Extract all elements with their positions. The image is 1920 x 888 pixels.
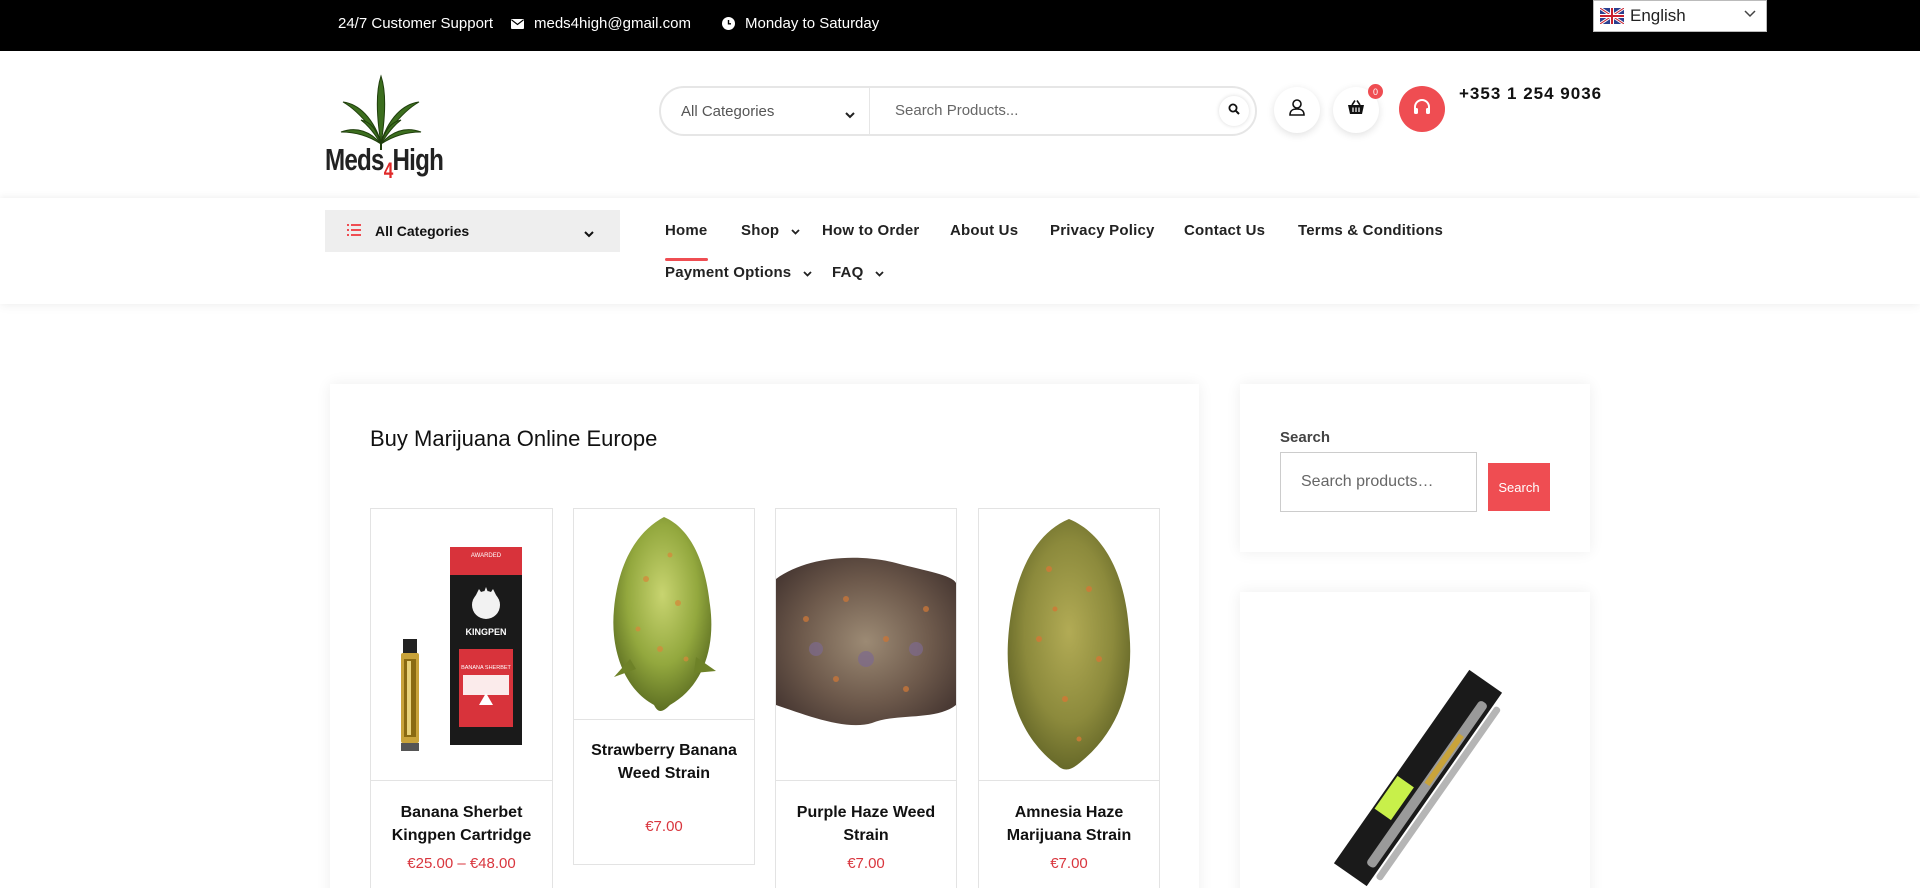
chevron-down-icon [803, 264, 812, 281]
support-text: 24/7 Customer Support [338, 15, 493, 32]
product-price: €25.00 – €48.00 [407, 855, 516, 872]
account-button[interactable] [1274, 87, 1320, 133]
top-bar: 24/7 Customer Support meds4high@gmail.co… [0, 0, 1920, 51]
nav-how-to-order[interactable]: How to Order [822, 222, 919, 239]
nav-terms-conditions-label: Terms & Conditions [1298, 222, 1443, 239]
nav-home[interactable]: Home [665, 222, 707, 239]
product-name[interactable]: Strawberry Banana Weed Strain [574, 739, 754, 785]
hours-text: Monday to Saturday [722, 15, 879, 32]
product-image[interactable]: AWARDED KINGPEN BANANA SHERBET [371, 509, 552, 781]
phone-number[interactable]: +353 1 254 9036 [1459, 84, 1602, 104]
nav-contact-us-label: Contact Us [1184, 222, 1266, 239]
chevron-down-icon [1744, 10, 1756, 18]
support-button[interactable] [1399, 86, 1445, 132]
nav-home-label: Home [665, 222, 708, 239]
language-select[interactable]: English [1593, 0, 1767, 32]
product-name[interactable]: Banana Sherbet Kingpen Cartridge [371, 801, 552, 847]
email-link[interactable]: meds4high@gmail.com [511, 15, 691, 32]
chevron-down-icon [875, 264, 885, 281]
nav-terms-conditions[interactable]: Terms & Conditions [1298, 222, 1443, 239]
product-image[interactable] [979, 509, 1159, 781]
page-title: Buy Marijuana Online Europe [370, 426, 658, 451]
nav-about-us[interactable]: About Us [950, 222, 1018, 239]
uk-flag-icon [1600, 8, 1624, 24]
nav-contact-us[interactable]: Contact Us [1184, 222, 1265, 239]
nav-shop-label: Shop [741, 222, 780, 239]
nav-faq-label: FAQ [832, 264, 864, 281]
purple-haze-bud-image [776, 557, 956, 726]
product-name[interactable]: Amnesia Haze Marijuana Strain [979, 801, 1159, 847]
brand-part-c: High [392, 142, 444, 177]
active-nav-indicator [665, 258, 708, 261]
strawberry-banana-bud-image [613, 517, 716, 711]
brand-part-a: Meds [325, 142, 384, 177]
brand-wordmark: Meds4High [325, 142, 444, 183]
list-icon [347, 223, 361, 239]
cart-count-badge: 0 [1368, 84, 1383, 99]
clock-icon [722, 17, 735, 30]
search-icon [1228, 102, 1240, 120]
main-nav-bar [0, 198, 1920, 304]
nav-privacy-policy[interactable]: Privacy Policy [1050, 222, 1155, 239]
product-search-placeholder: Search Products... [895, 102, 1019, 119]
sidebar-search-input[interactable]: Search products… [1280, 452, 1477, 512]
product-card[interactable]: Amnesia Haze Marijuana Strain €7.00 [978, 508, 1160, 888]
product-card[interactable]: Strawberry Banana Weed Strain €7.00 [573, 508, 755, 865]
product-search-bar: All Categories Search Products... [659, 86, 1257, 136]
nav-payment-options-label: Payment Options [665, 264, 792, 281]
nav-privacy-policy-label: Privacy Policy [1050, 222, 1155, 239]
kingpen-cartridge-image: AWARDED KINGPEN BANANA SHERBET [401, 547, 522, 751]
email-label: meds4high@gmail.com [534, 15, 691, 32]
sidebar-product-widget [1240, 592, 1590, 888]
pack-brand-text: KINGPEN [465, 627, 506, 637]
cannabis-leaf-icon [340, 74, 422, 150]
sidebar-search-placeholder: Search products… [1301, 473, 1434, 490]
nav-payment-options[interactable]: Payment Options [665, 264, 812, 281]
search-button[interactable] [1219, 96, 1249, 126]
product-image[interactable] [574, 509, 754, 720]
pack-award-text: AWARDED [471, 553, 502, 559]
basket-icon [1347, 100, 1365, 120]
vape-pen-image[interactable] [1240, 592, 1590, 888]
user-icon [1289, 99, 1305, 121]
nav-how-to-order-label: How to Order [822, 222, 920, 239]
language-label: English [1630, 6, 1686, 25]
chevron-down-icon [845, 106, 855, 123]
sidebar-search-button[interactable]: Search [1488, 463, 1550, 511]
sidebar-search-label: Search [1280, 429, 1331, 446]
nav-about-us-label: About Us [950, 222, 1019, 239]
nav-faq[interactable]: FAQ [832, 264, 885, 281]
amnesia-haze-bud-image [1007, 519, 1131, 770]
product-name[interactable]: Purple Haze Weed Strain [776, 801, 956, 847]
product-card[interactable]: AWARDED KINGPEN BANANA SHERBET Banana Sh… [370, 508, 553, 888]
product-card[interactable]: Purple Haze Weed Strain €7.00 [775, 508, 957, 888]
envelope-icon [511, 18, 524, 29]
chevron-down-icon [584, 225, 594, 241]
pack-flavor-text: BANANA SHERBET [461, 665, 511, 671]
site-logo[interactable]: Meds4High [325, 74, 444, 183]
product-image[interactable] [776, 509, 956, 781]
all-categories-label: All Categories [375, 223, 470, 239]
category-select-label: All Categories [681, 102, 775, 120]
all-categories-menu[interactable]: All Categories [325, 210, 620, 252]
product-search-input[interactable]: Search Products... [895, 102, 1018, 119]
nav-shop[interactable]: Shop [741, 222, 800, 239]
category-select[interactable]: All Categories [661, 88, 870, 134]
hours-label: Monday to Saturday [745, 15, 880, 32]
headphones-icon [1413, 98, 1431, 120]
support-label: 24/7 Customer Support [338, 15, 494, 32]
product-price: €7.00 [847, 855, 885, 872]
product-price: €7.00 [1050, 855, 1088, 872]
product-price: €7.00 [645, 818, 683, 835]
brand-part-b: 4 [383, 158, 394, 183]
chevron-down-icon [791, 222, 800, 239]
